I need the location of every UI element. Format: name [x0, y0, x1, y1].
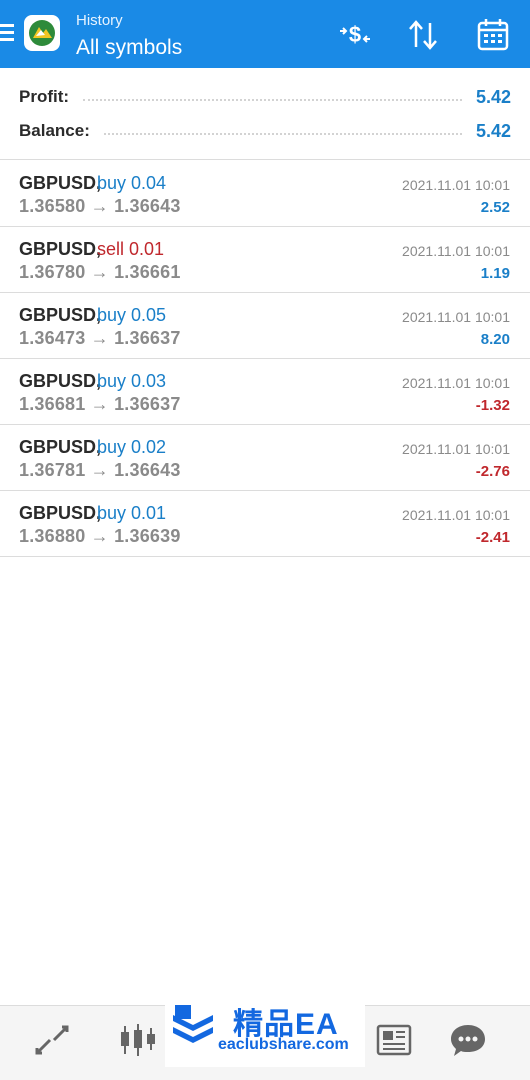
- profit-value: 5.42: [475, 86, 511, 107]
- trade-side-volume: buy 0.03: [97, 371, 167, 391]
- trade-side-volume: buy 0.02: [97, 437, 167, 457]
- trade-time: 2021.11.01 10:01: [402, 375, 510, 391]
- balance-row: Balance: 5.42: [19, 117, 511, 145]
- trade-side-volume: buy 0.04: [97, 173, 167, 193]
- trade-row[interactable]: GBPUSD, buy 0.02 1.36781 → 1.36643 2021.…: [0, 425, 530, 491]
- trade-profit: 1.19: [480, 265, 510, 282]
- trade-row[interactable]: GBPUSD, buy 0.03 1.36681 → 1.36637 2021.…: [0, 359, 530, 425]
- trade-history-list: GBPUSD, buy 0.04 1.36580 → 1.36643 2021.…: [0, 161, 530, 557]
- screen-subtitle: History: [76, 12, 123, 29]
- screen-title[interactable]: All symbols: [76, 36, 182, 60]
- chat-icon[interactable]: [448, 1020, 488, 1060]
- trade-row[interactable]: GBPUSD, sell 0.01 1.36780 → 1.36661 2021…: [0, 227, 530, 293]
- trade-prices: 1.36681 → 1.36637: [19, 394, 181, 414]
- trade-time: 2021.11.01 10:01: [402, 441, 510, 457]
- sort-icon[interactable]: [404, 17, 442, 53]
- trade-prices: 1.36880 → 1.36639: [19, 526, 181, 546]
- chart-icon[interactable]: [118, 1020, 158, 1060]
- trade-symbol: GBPUSD,: [19, 371, 102, 391]
- trade-prices: 1.36780 → 1.36661: [19, 262, 181, 282]
- trade-profit: -1.32: [475, 397, 510, 414]
- trade-time: 2021.11.01 10:01: [402, 507, 510, 523]
- trade-prices: 1.36781 → 1.36643: [19, 460, 181, 480]
- dotted-leader: [83, 99, 462, 101]
- trade-profit: 2.52: [480, 199, 510, 216]
- svg-text:$: $: [349, 22, 361, 47]
- profit-row: Profit: 5.42: [19, 83, 511, 111]
- trade-row[interactable]: GBPUSD, buy 0.04 1.36580 → 1.36643 2021.…: [0, 161, 530, 227]
- trade-row[interactable]: GBPUSD, buy 0.01 1.36880 → 1.36639 2021.…: [0, 491, 530, 557]
- dotted-leader: [103, 133, 462, 135]
- trade-side-volume: buy 0.05: [97, 305, 167, 325]
- currency-toggle-icon[interactable]: $: [336, 17, 374, 53]
- trade-prices: 1.36580 → 1.36643: [19, 196, 181, 216]
- trade-symbol: GBPUSD,: [19, 239, 102, 259]
- quotes-icon[interactable]: [32, 1020, 72, 1060]
- menu-icon[interactable]: [0, 24, 14, 44]
- balance-value: 5.42: [475, 120, 511, 141]
- calendar-icon[interactable]: [474, 17, 512, 53]
- trade-time: 2021.11.01 10:01: [402, 243, 510, 259]
- trade-prices: 1.36473 → 1.36637: [19, 328, 181, 348]
- news-icon[interactable]: [374, 1020, 414, 1060]
- trade-symbol: GBPUSD,: [19, 437, 102, 457]
- watermark-url: eaclubshare.com: [218, 1036, 349, 1053]
- trade-row[interactable]: GBPUSD, buy 0.05 1.36473 → 1.36637 2021.…: [0, 293, 530, 359]
- trade-profit: -2.76: [475, 463, 510, 480]
- history-summary: Profit: 5.42 Balance: 5.42: [0, 68, 530, 160]
- trade-side-volume: buy 0.01: [97, 503, 167, 523]
- trade-profit: 8.20: [480, 331, 510, 348]
- app-bar: History All symbols $: [0, 0, 530, 68]
- trade-time: 2021.11.01 10:01: [402, 177, 510, 193]
- trade-time: 2021.11.01 10:01: [402, 309, 510, 325]
- trade-profit: -2.41: [475, 529, 510, 546]
- watermark: 精品EA eaclubshare.com: [165, 995, 365, 1067]
- watermark-logo-icon: [169, 1003, 215, 1052]
- trade-symbol: GBPUSD,: [19, 173, 102, 193]
- trade-symbol: GBPUSD,: [19, 305, 102, 325]
- profit-label: Profit:: [19, 87, 70, 106]
- trade-symbol: GBPUSD,: [19, 503, 102, 523]
- balance-label: Balance:: [19, 121, 90, 140]
- trade-side-volume: sell 0.01: [97, 239, 165, 259]
- metatrader-logo-icon: [24, 15, 60, 51]
